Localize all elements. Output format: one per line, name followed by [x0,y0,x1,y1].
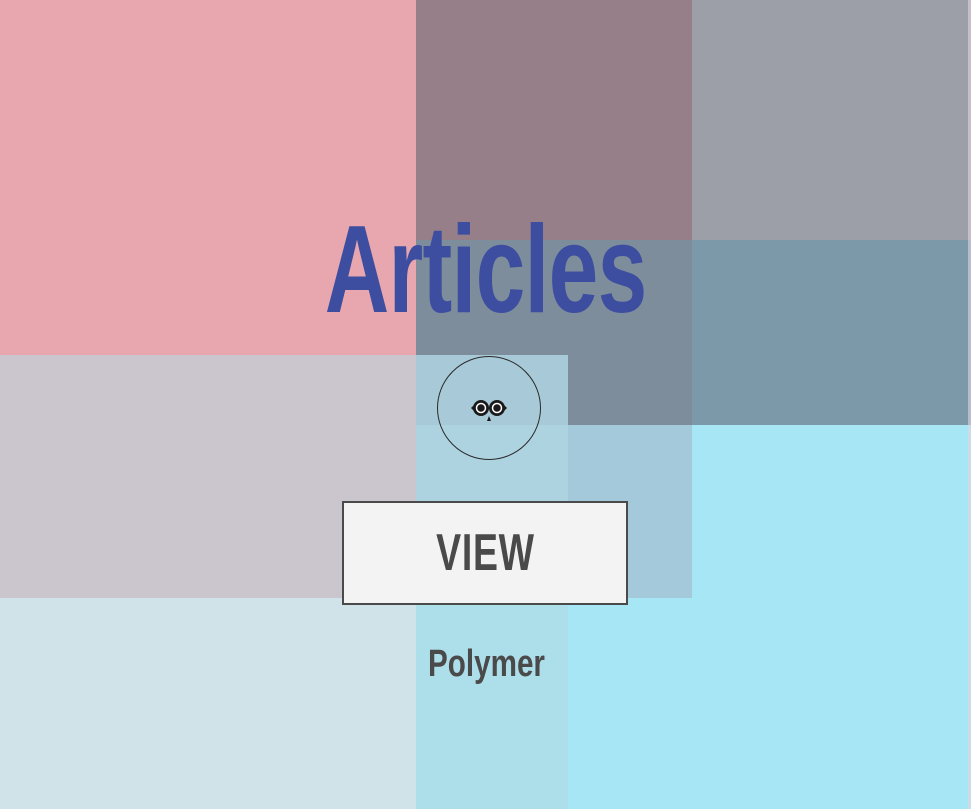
background-mosaic: Articles VIEW Polymer [0,0,971,809]
polymer-label: Polymer [428,643,545,685]
page-title: Articles [324,201,647,339]
tile-aqua [416,598,568,809]
view-button-label: VIEW [435,524,535,582]
owl-eyes-icon [471,400,507,421]
tile-pale-blue [0,598,416,809]
tile-cyan-lower [568,598,971,809]
view-button[interactable]: VIEW [342,501,628,605]
logo[interactable] [437,356,541,460]
